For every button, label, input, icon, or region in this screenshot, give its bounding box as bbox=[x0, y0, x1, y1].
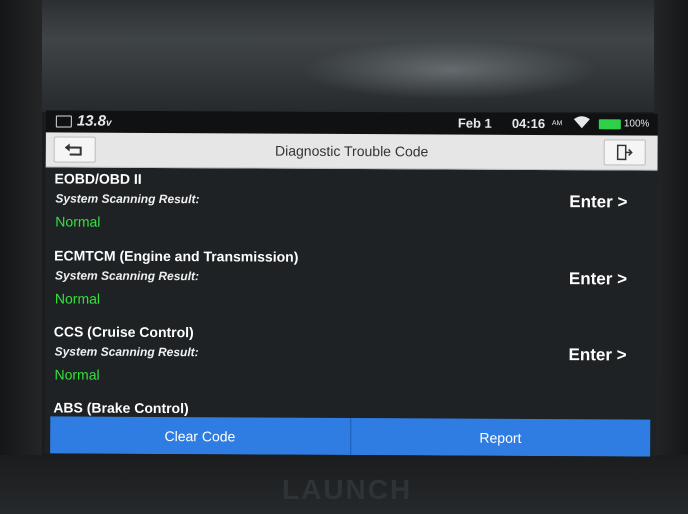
battery-icon bbox=[598, 119, 621, 130]
clear-code-button[interactable]: Clear Code bbox=[50, 416, 351, 456]
system-name: ECMTCM (Engine and Transmission) bbox=[54, 247, 299, 265]
device-bezel-right bbox=[654, 0, 688, 514]
exit-icon bbox=[616, 144, 633, 161]
action-bar: Clear Code Report bbox=[50, 416, 651, 457]
device-brand-logo: LAUNCH bbox=[282, 474, 413, 505]
list-item: EOBD/OBD II System Scanning Result: Norm… bbox=[45, 166, 657, 245]
device-bezel-left bbox=[0, 0, 42, 514]
status-date: Feb 1 bbox=[457, 115, 492, 131]
scan-result-label: System Scanning Result: bbox=[54, 344, 199, 360]
status-time: 04:16 bbox=[511, 115, 546, 132]
enter-button[interactable]: Enter > bbox=[569, 192, 627, 212]
scan-status: Normal bbox=[54, 290, 101, 307]
page-title: Diagnostic Trouble Code bbox=[274, 142, 429, 160]
exit-button[interactable] bbox=[603, 139, 646, 166]
device-screen: 13.8v Feb 1 04:16 AM 100% Diagnostic Tro… bbox=[44, 110, 658, 457]
system-list: EOBD/OBD II System Scanning Result: Norm… bbox=[44, 166, 657, 419]
list-item: ECMTCM (Engine and Transmission) System … bbox=[45, 243, 657, 322]
scan-result-label: System Scanning Result: bbox=[55, 191, 200, 207]
enter-button[interactable]: Enter > bbox=[569, 269, 627, 289]
scan-status: Normal bbox=[55, 213, 101, 230]
device-bezel-top bbox=[0, 0, 688, 112]
system-name: CCS (Cruise Control) bbox=[53, 323, 194, 341]
system-name: ABS (Brake Control) bbox=[53, 399, 189, 417]
voltage-readout: 13.8v bbox=[76, 112, 112, 130]
title-bar: Diagnostic Trouble Code bbox=[45, 132, 658, 171]
wifi-icon bbox=[573, 115, 591, 132]
system-name: EOBD/OBD II bbox=[54, 170, 142, 187]
status-bar: 13.8v Feb 1 04:16 AM 100% bbox=[45, 110, 658, 136]
battery-percent: 100% bbox=[623, 118, 650, 130]
scan-status: Normal bbox=[54, 366, 100, 383]
status-ampm: AM bbox=[551, 120, 563, 128]
scan-result-label: System Scanning Result: bbox=[55, 268, 200, 284]
list-item: CCS (Cruise Control) System Scanning Res… bbox=[44, 319, 656, 398]
report-button[interactable]: Report bbox=[350, 418, 651, 457]
enter-button[interactable]: Enter > bbox=[568, 345, 626, 365]
screen-glare bbox=[300, 40, 600, 100]
car-battery-icon bbox=[55, 115, 72, 128]
